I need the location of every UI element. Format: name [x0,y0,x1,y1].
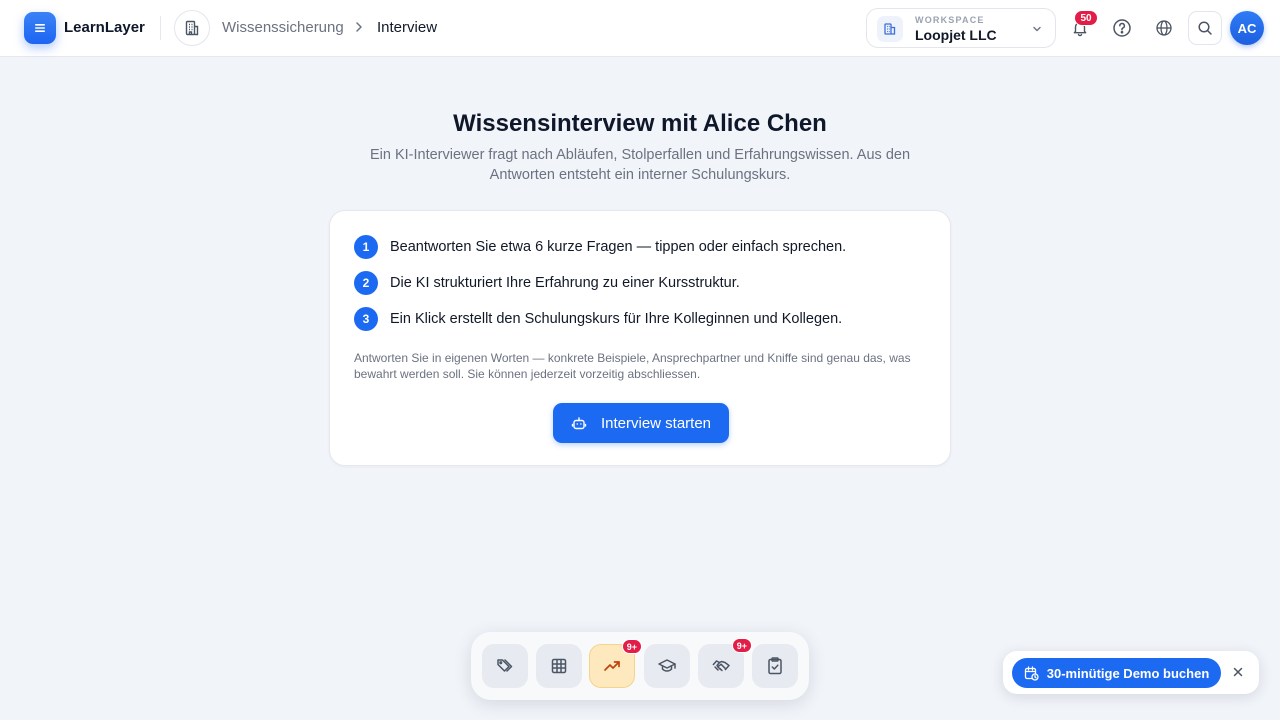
organization-button[interactable] [174,10,210,46]
help-circle-icon [1113,19,1131,37]
workspace-name: Loopjet LLC [915,27,997,43]
page-subtitle: Ein KI-Interviewer fragt nach Abläufen, … [369,147,911,183]
notifications-badge: 50 [1074,10,1098,26]
breadcrumb-interview: Interview [377,19,438,36]
dock-badge: 9+ [621,639,642,654]
chevron-right-icon [356,22,362,32]
step-number: 2 [354,271,378,295]
dock-item-tags[interactable] [482,644,528,688]
breadcrumb-wissenssicherung[interactable]: Wissenssicherung [222,19,344,36]
language-button[interactable] [1152,16,1176,40]
step-item: 3 Ein Klick erstellt den Schulungskurs f… [354,307,842,331]
step-item: 2 Die KI strukturiert Ihre Erfahrung zu … [354,271,740,295]
workspace-label: WORKSPACE [915,15,985,25]
divider [160,16,161,40]
close-demo-button[interactable] [1231,665,1245,679]
tags-icon [497,659,513,672]
top-bar: LearnLayer Wissenssicherung Interview WO… [0,0,1280,57]
search-icon [1198,21,1212,35]
page-title: Wissensinterview mit Alice Chen [453,110,827,137]
handshake-icon [712,660,730,672]
bot-icon [571,417,587,430]
dock-item-grid[interactable] [536,644,582,688]
step-item: 1 Beantworten Sie etwa 6 kurze Fragen — … [354,235,846,259]
help-button[interactable] [1110,16,1134,40]
trending-up-icon [604,661,620,671]
menu-logo-button[interactable] [24,12,56,44]
step-text: Ein Klick erstellt den Schulungskurs für… [390,311,843,327]
book-demo-label: 30-minütige Demo buchen [1046,665,1210,681]
dock-item-partners[interactable]: 9+ [698,638,752,688]
step-number: 3 [354,307,378,331]
clipboard-check-icon [768,657,782,675]
dock-item-trending[interactable]: 9+ [589,639,642,688]
dock-item-courses[interactable] [644,644,690,688]
dock-item-tasks[interactable] [752,644,798,688]
graduation-cap-icon [658,659,676,672]
interview-card: 1 Beantworten Sie etwa 6 kurze Fragen — … [329,210,951,466]
dock-badge: 9+ [731,638,752,653]
step-text: Beantworten Sie etwa 6 kurze Fragen — ti… [390,239,847,255]
demo-banner: 30-minütige Demo buchen [1003,651,1259,694]
building-icon [185,20,199,36]
interview-note: Antworten Sie in eigenen Worten — konkre… [354,351,911,381]
brand-name: LearnLayer [64,19,145,36]
search-button[interactable] [1188,11,1222,45]
bottom-dock: 9+ 9+ [471,632,809,700]
chevron-down-icon [1033,26,1041,32]
start-interview-label: Interview starten [600,414,712,432]
step-text: Die KI strukturiert Ihre Erfahrung zu ei… [390,275,740,291]
globe-icon [1156,20,1172,36]
workspace-building-icon [877,16,903,42]
close-icon [1233,667,1243,677]
step-number: 1 [354,235,378,259]
grid-icon [551,658,567,674]
workspace-selector[interactable]: WORKSPACE Loopjet LLC [866,8,1056,48]
book-demo-button[interactable]: 30-minütige Demo buchen [1012,658,1221,688]
start-interview-button[interactable]: Interview starten [553,403,729,443]
calendar-clock-icon [1024,665,1039,681]
menu-icon [35,24,45,32]
user-avatar[interactable]: AC [1230,11,1264,45]
